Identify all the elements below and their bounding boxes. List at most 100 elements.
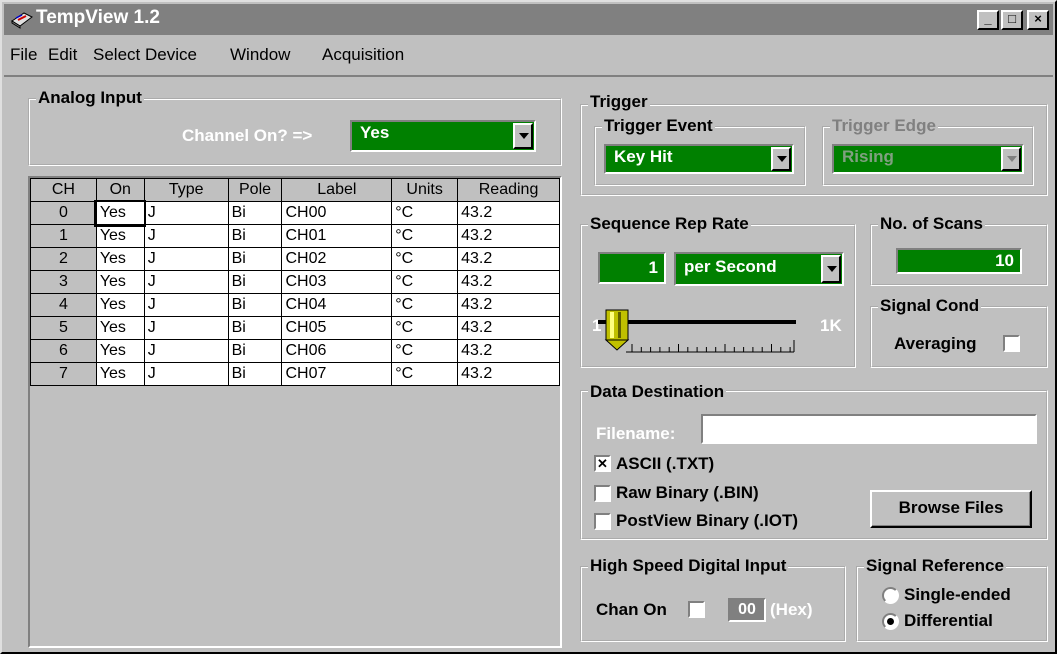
cell-type[interactable]: J — [143, 293, 229, 317]
row-header-ch[interactable]: 2 — [30, 247, 97, 271]
trigger-edge-select[interactable]: Rising — [832, 144, 1024, 174]
table-row[interactable]: 4 Yes J Bi CH04 °C 43.2 — [30, 293, 560, 317]
cell-pole[interactable]: Bi — [227, 316, 283, 340]
col-header-pole[interactable]: Pole — [227, 178, 283, 202]
differential-radio[interactable] — [882, 613, 899, 630]
cell-type[interactable]: J — [143, 362, 229, 386]
cell-units[interactable]: °C — [391, 362, 459, 386]
cell-pole[interactable]: Bi — [227, 270, 283, 294]
cell-type[interactable]: J — [143, 224, 229, 248]
averaging-checkbox[interactable] — [1003, 335, 1020, 352]
scans-value[interactable]: 10 — [896, 248, 1022, 274]
rep-rate-unit-dropdown-button[interactable] — [821, 255, 841, 283]
chan-on-checkbox[interactable] — [688, 601, 705, 618]
title-bar[interactable]: TempView 1.2 _ □ × — [4, 4, 1053, 35]
close-button[interactable]: × — [1027, 10, 1049, 30]
cell-pole[interactable]: Bi — [227, 201, 283, 225]
menu-select-device[interactable]: Select Device — [93, 45, 197, 65]
col-header-units[interactable]: Units — [391, 178, 459, 202]
row-header-ch[interactable]: 4 — [30, 293, 97, 317]
cell-reading[interactable]: 43.2 — [457, 201, 560, 225]
cell-reading[interactable]: 43.2 — [457, 247, 560, 271]
cell-pole[interactable]: Bi — [227, 362, 283, 386]
cell-label[interactable]: CH00 — [281, 201, 393, 225]
cell-on[interactable]: Yes — [94, 199, 147, 227]
menu-acquisition[interactable]: Acquisition — [322, 45, 404, 65]
table-row[interactable]: 0 Yes J Bi CH00 °C 43.2 — [30, 199, 560, 227]
cell-label[interactable]: CH04 — [281, 293, 393, 317]
slider-thumb[interactable] — [604, 309, 630, 351]
table-row[interactable]: 1 Yes J Bi CH01 °C 43.2 — [30, 224, 560, 248]
cell-units[interactable]: °C — [391, 201, 459, 225]
cell-reading[interactable]: 43.2 — [457, 224, 560, 248]
cell-reading[interactable]: 43.2 — [457, 293, 560, 317]
row-header-ch[interactable]: 1 — [30, 224, 97, 248]
cell-pole[interactable]: Bi — [227, 247, 283, 271]
cell-label[interactable]: CH05 — [281, 316, 393, 340]
table-row[interactable]: 7 Yes J Bi CH07 °C 43.2 — [30, 362, 560, 386]
table-row[interactable]: 2 Yes J Bi CH02 °C 43.2 — [30, 247, 560, 271]
cell-type[interactable]: J — [143, 270, 229, 294]
cell-on[interactable]: Yes — [95, 339, 145, 363]
rep-rate-value[interactable]: 1 — [598, 252, 666, 284]
col-header-type[interactable]: Type — [143, 178, 229, 202]
cell-type[interactable]: J — [143, 247, 229, 271]
table-row[interactable]: 3 Yes J Bi CH03 °C 43.2 — [30, 270, 560, 294]
cell-units[interactable]: °C — [391, 293, 459, 317]
raw-binary-checkbox[interactable] — [594, 485, 611, 502]
row-header-ch[interactable]: 3 — [30, 270, 97, 294]
hex-value-field[interactable]: 00 — [728, 598, 766, 622]
cell-label[interactable]: CH07 — [281, 362, 393, 386]
minimize-button[interactable]: _ — [977, 10, 999, 30]
row-header-ch[interactable]: 7 — [30, 362, 97, 386]
filename-input[interactable] — [701, 414, 1037, 444]
trigger-event-dropdown-button[interactable] — [771, 147, 791, 171]
rep-rate-slider[interactable] — [598, 306, 814, 356]
cell-label[interactable]: CH03 — [281, 270, 393, 294]
row-header-ch[interactable]: 5 — [30, 316, 97, 340]
cell-on[interactable]: Yes — [95, 270, 145, 294]
cell-pole[interactable]: Bi — [227, 293, 283, 317]
cell-type[interactable]: J — [143, 339, 229, 363]
browse-files-button[interactable]: Browse Files — [870, 490, 1032, 528]
menu-window[interactable]: Window — [230, 45, 290, 65]
cell-label[interactable]: CH02 — [281, 247, 393, 271]
maximize-button[interactable]: □ — [1001, 10, 1023, 30]
channel-grid[interactable]: CH On Type Pole Label Units Reading 0 Yes… — [28, 176, 562, 648]
postview-binary-checkbox[interactable] — [594, 513, 611, 530]
row-header-ch[interactable]: 0 — [30, 201, 97, 225]
trigger-event-select[interactable]: Key Hit — [604, 144, 794, 174]
cell-units[interactable]: °C — [391, 270, 459, 294]
col-header-label[interactable]: Label — [281, 178, 393, 202]
menu-file[interactable]: File — [10, 45, 37, 65]
cell-units[interactable]: °C — [391, 224, 459, 248]
col-header-reading[interactable]: Reading — [457, 178, 560, 202]
menu-edit[interactable]: Edit — [48, 45, 77, 65]
rep-rate-unit-select[interactable]: per Second — [674, 252, 844, 286]
cell-type[interactable]: J — [143, 201, 229, 225]
col-header-ch[interactable]: CH — [30, 178, 97, 202]
cell-on[interactable]: Yes — [95, 362, 145, 386]
cell-reading[interactable]: 43.2 — [457, 316, 560, 340]
cell-units[interactable]: °C — [391, 339, 459, 363]
ascii-checkbox[interactable]: ✕ — [594, 455, 611, 472]
table-row[interactable]: 6 Yes J Bi CH06 °C 43.2 — [30, 339, 560, 363]
row-header-ch[interactable]: 6 — [30, 339, 97, 363]
cell-pole[interactable]: Bi — [227, 224, 283, 248]
cell-reading[interactable]: 43.2 — [457, 362, 560, 386]
cell-pole[interactable]: Bi — [227, 339, 283, 363]
col-header-on[interactable]: On — [95, 178, 145, 202]
cell-reading[interactable]: 43.2 — [457, 339, 560, 363]
channel-on-select[interactable]: Yes — [350, 120, 536, 152]
cell-reading[interactable]: 43.2 — [457, 270, 560, 294]
cell-label[interactable]: CH06 — [281, 339, 393, 363]
cell-units[interactable]: °C — [391, 316, 459, 340]
trigger-edge-dropdown-button[interactable] — [1001, 147, 1021, 171]
table-row[interactable]: 5 Yes J Bi CH05 °C 43.2 — [30, 316, 560, 340]
cell-label[interactable]: CH01 — [281, 224, 393, 248]
single-ended-radio[interactable] — [882, 587, 899, 604]
cell-on[interactable]: Yes — [95, 316, 145, 340]
cell-on[interactable]: Yes — [95, 224, 145, 248]
cell-on[interactable]: Yes — [95, 247, 145, 271]
cell-type[interactable]: J — [143, 316, 229, 340]
